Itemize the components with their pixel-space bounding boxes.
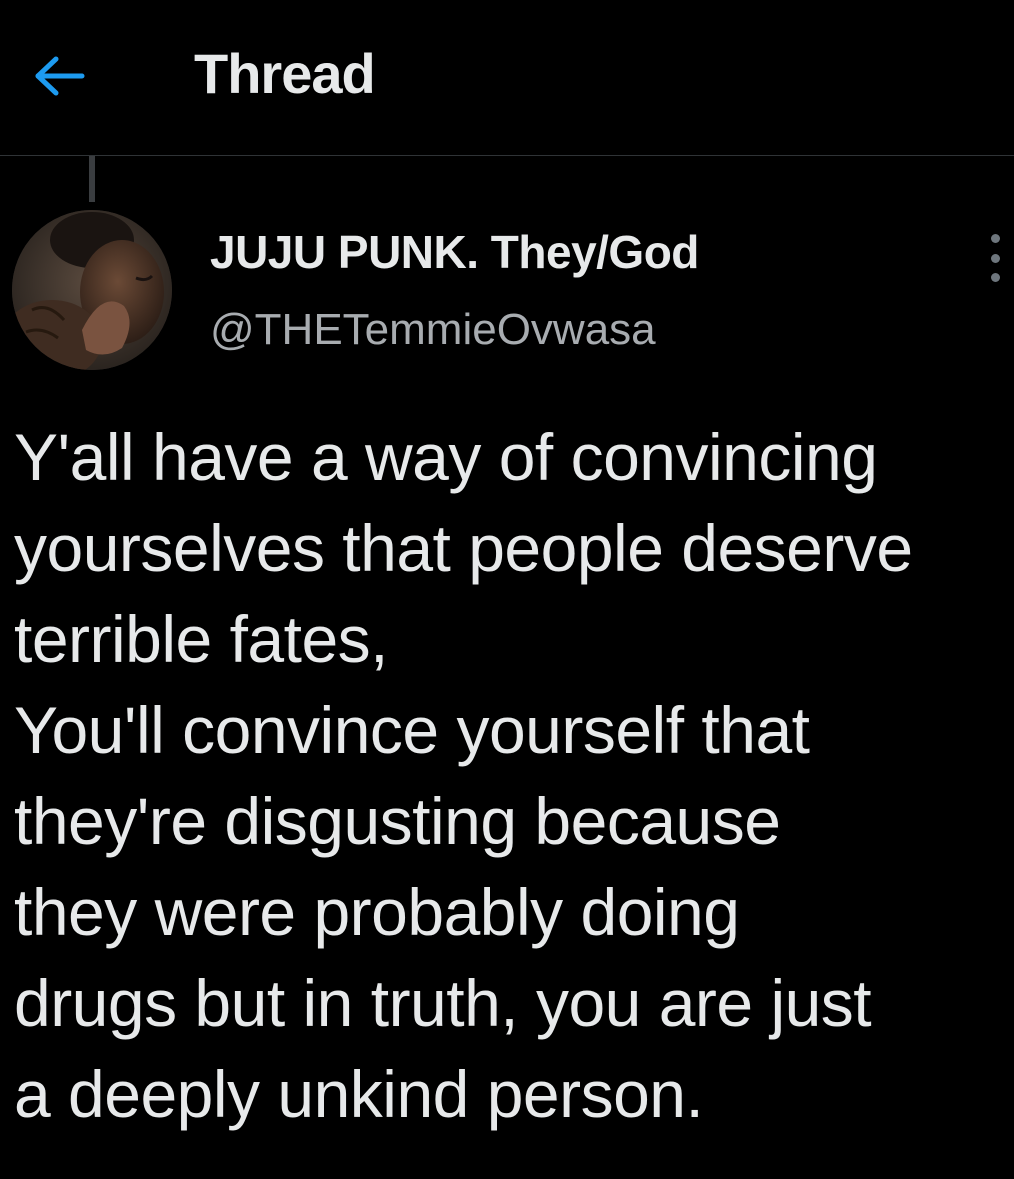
back-button[interactable] [30,48,90,104]
more-vertical-icon [990,234,1000,243]
avatar[interactable] [12,210,172,370]
more-options-button[interactable] [980,234,1010,282]
top-bar: Thread [0,0,1014,156]
author-name[interactable]: JUJU PUNK. They/God [210,222,699,282]
more-vertical-icon-dot [990,253,1000,263]
more-vertical-icon-dot [990,273,1000,282]
author-handle[interactable]: @THETemmieOvwasa [210,302,656,358]
thread-connector-line [89,156,95,202]
page-title: Thread [194,42,376,105]
avatar-photo [12,210,172,370]
arrow-left-icon [35,56,85,96]
tweet-text: Y'all have a way of convincing yourselve… [14,420,913,1131]
